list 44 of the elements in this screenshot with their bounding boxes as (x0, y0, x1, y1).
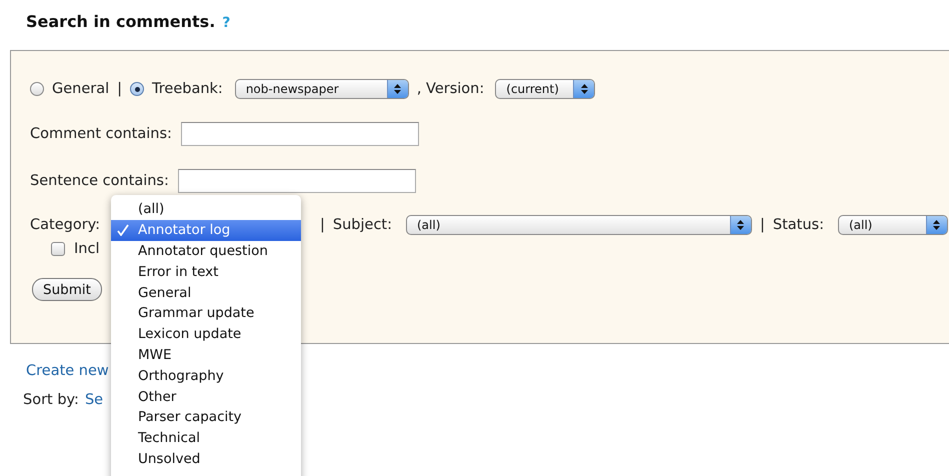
stepper-icon (580, 83, 589, 95)
menu-item[interactable]: General (111, 282, 301, 303)
menu-item[interactable]: Orthography (111, 365, 301, 386)
stepper-icon (736, 219, 746, 231)
field-label: Sentence contains: (30, 173, 169, 189)
separator: | (760, 217, 765, 233)
menu-item[interactable]: Lexicon update (111, 324, 301, 345)
create-issue-link[interactable]: Create new (26, 363, 109, 379)
checkmark-icon (117, 224, 129, 236)
menu-item[interactable]: Annotator log (111, 220, 301, 241)
menu-item[interactable]: (all) (111, 199, 301, 220)
menu-item[interactable]: MWE (111, 344, 301, 366)
field-label: Comment contains: (30, 126, 172, 142)
stepper-icon (393, 83, 402, 95)
submit-button[interactable]: Submit (32, 278, 102, 301)
menu-item[interactable]: Unsolved (111, 448, 301, 470)
dropdown-select[interactable]: nob-newspaper (234, 79, 409, 99)
checkbox-label: Incl (74, 241, 100, 257)
menu-item[interactable]: Grammar update (111, 302, 301, 324)
menu-item[interactable]: Error in text (111, 261, 301, 282)
dropdown-select[interactable]: (all) (406, 215, 752, 235)
menu-item[interactable]: Parser capacity (111, 406, 301, 428)
radio-button[interactable] (130, 82, 144, 96)
radio-button[interactable] (30, 82, 44, 96)
field-label: , Version: (416, 81, 484, 97)
separator: | (117, 81, 122, 97)
sort-label: Sort by: (23, 392, 79, 408)
field-label: Subject: (332, 217, 392, 233)
dropdown-select[interactable]: (current) (495, 79, 596, 99)
radio-label: Treebank: (152, 81, 223, 97)
stepper-icon (932, 219, 942, 231)
checkbox[interactable] (51, 242, 65, 256)
menu-item[interactable]: Annotator question (111, 240, 301, 262)
field-label: Status: (772, 217, 824, 233)
radio-label: General (52, 81, 110, 97)
comment-input-field[interactable] (180, 122, 419, 146)
field-label: Category: (30, 217, 102, 233)
menu-item[interactable]: Technical (111, 428, 301, 449)
sort-link[interactable]: Se (84, 392, 104, 408)
menu-item[interactable]: Other (111, 386, 301, 407)
separator: | (320, 217, 325, 233)
sentence-input-field[interactable] (178, 169, 416, 193)
page-title: Search in comments. (26, 12, 216, 31)
dropdown-select[interactable]: (all) (838, 215, 948, 235)
